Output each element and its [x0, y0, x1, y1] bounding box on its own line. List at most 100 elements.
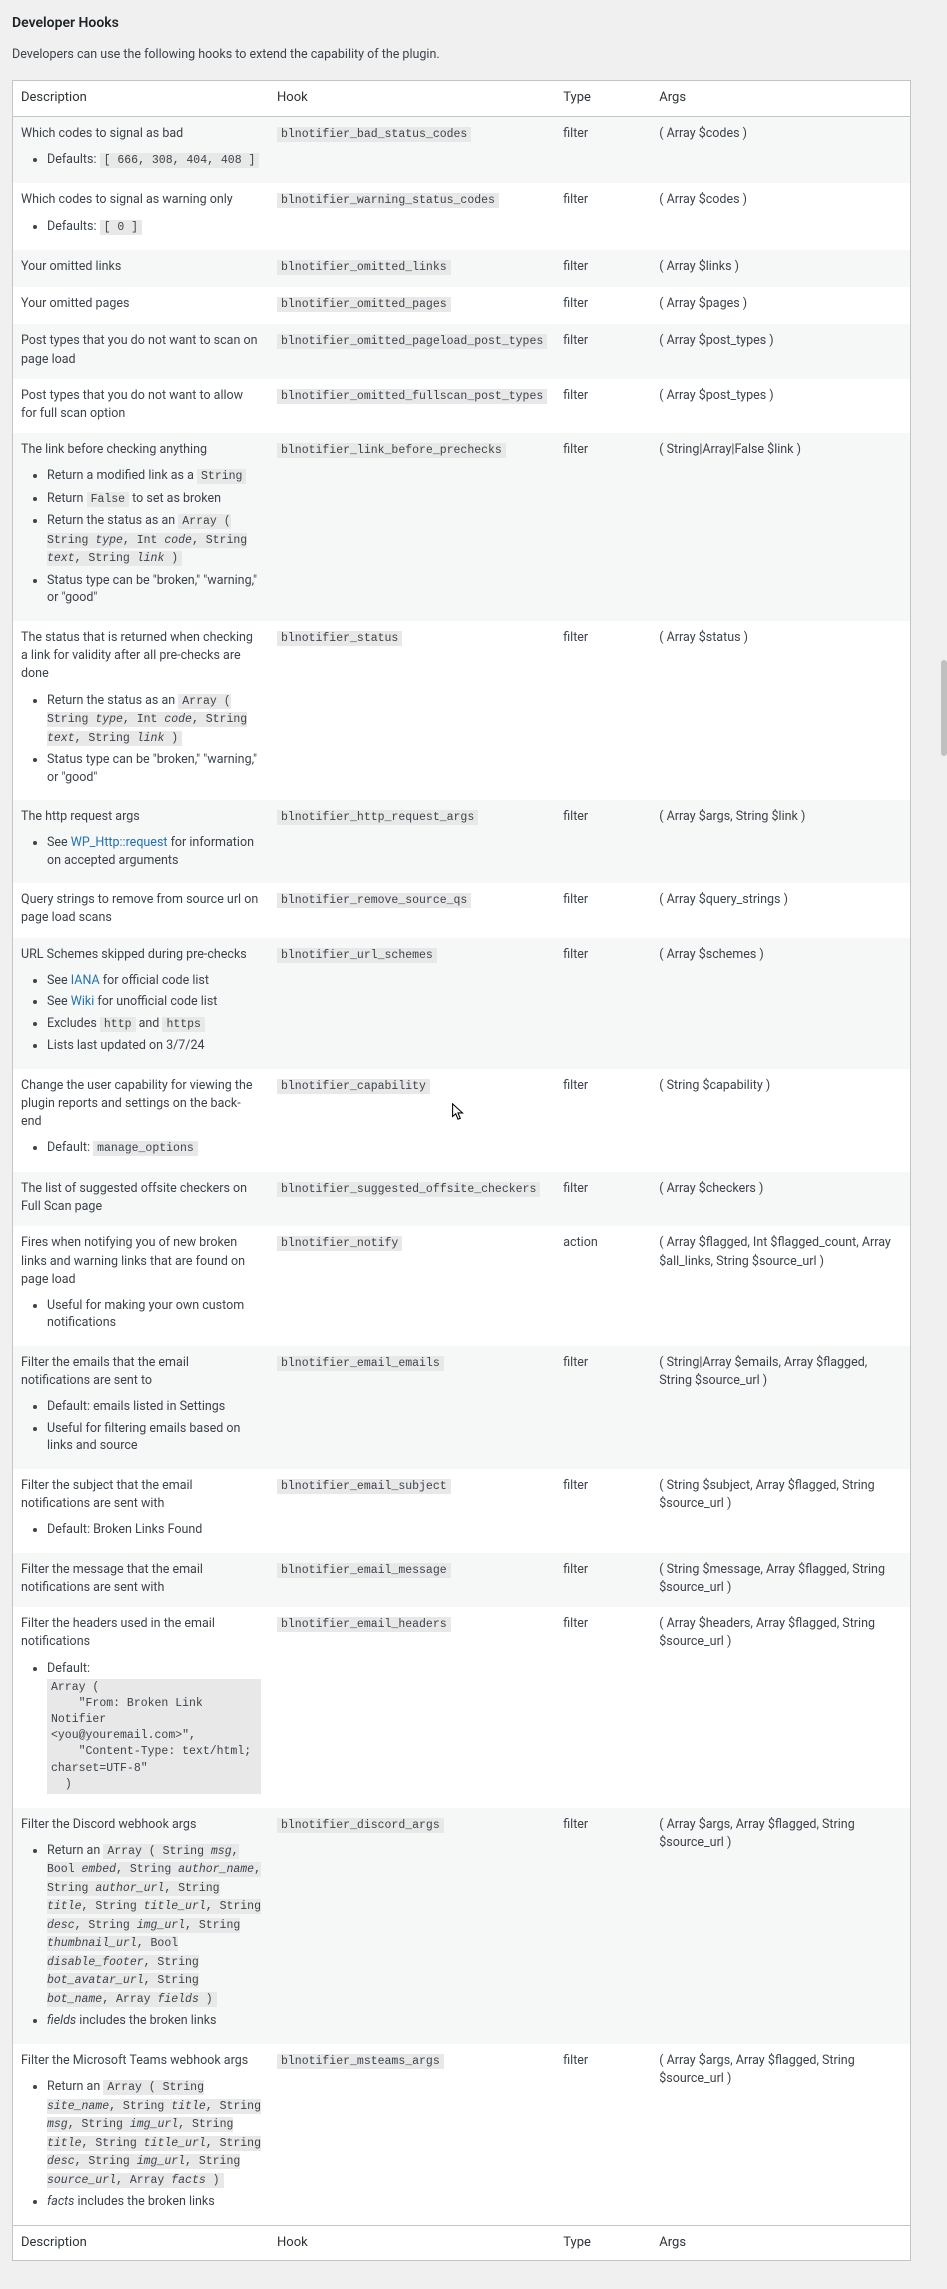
- table-row: Post types that you do not want to scan …: [13, 324, 911, 378]
- desc-text: Filter the Discord webhook args: [21, 1817, 196, 1832]
- wiki-link[interactable]: Wiki: [71, 994, 95, 1009]
- args-cell: ( String $capability ): [651, 1069, 910, 1172]
- li-text: See: [47, 835, 71, 850]
- table-row: The list of suggested offsite checkers o…: [13, 1172, 911, 1226]
- list-item: See IANA for official code list: [47, 972, 261, 990]
- li-text: and: [136, 1016, 163, 1031]
- list-item: Default: Broken Links Found: [47, 1521, 261, 1539]
- desc-text: Change the user capability for viewing t…: [21, 1078, 252, 1129]
- desc-text: Filter the message that the email notifi…: [13, 1553, 270, 1607]
- list-item: Default: emails listed in Settings: [47, 1398, 261, 1416]
- table-row: Which codes to signal as bad Defaults: […: [13, 116, 911, 183]
- list-item: Useful for making your own custom notifi…: [47, 1297, 261, 1332]
- code-inline: Array ( String site_name, String title, …: [47, 2080, 261, 2188]
- li-text: Defaults:: [47, 219, 100, 234]
- li-text: See: [47, 994, 71, 1009]
- table-row: The link before checking anything Return…: [13, 433, 911, 621]
- args-cell: ( Array $status ): [651, 621, 910, 800]
- type-cell: filter: [555, 324, 651, 378]
- table-row: Change the user capability for viewing t…: [13, 1069, 911, 1172]
- type-cell: filter: [555, 379, 651, 433]
- desc-text: Query strings to remove from source url …: [13, 883, 270, 937]
- list-item: Return False to set as broken: [47, 490, 261, 509]
- hook-name: blnotifier_email_headers: [277, 1617, 451, 1632]
- type-cell: filter: [555, 250, 651, 287]
- hook-name: blnotifier_notify: [277, 1236, 402, 1251]
- list-item: Useful for filtering emails based on lin…: [47, 1420, 261, 1455]
- list-item: facts includes the broken links: [47, 2193, 261, 2211]
- type-cell: filter: [555, 116, 651, 183]
- tf-args: Args: [651, 2225, 910, 2260]
- hook-name: blnotifier_suggested_offsite_checkers: [277, 1182, 540, 1197]
- desc-text: Fires when notifying you of new broken l…: [21, 1235, 245, 1286]
- table-row: Which codes to signal as warning only De…: [13, 183, 911, 250]
- hook-name: blnotifier_omitted_pageload_post_types: [277, 334, 547, 349]
- wp-http-request-link[interactable]: WP_Http::request: [71, 835, 168, 850]
- args-cell: ( Array $checkers ): [651, 1172, 910, 1226]
- hook-name: blnotifier_bad_status_codes: [277, 127, 471, 142]
- li-text: Return: [47, 491, 87, 506]
- args-cell: ( Array $schemes ): [651, 938, 910, 1069]
- list-item: See WP_Http::request for information on …: [47, 834, 261, 869]
- list-item: fields includes the broken links: [47, 2012, 261, 2030]
- args-cell: ( Array $args, Array $flagged, String $s…: [651, 1808, 910, 2044]
- code-inline: [ 0 ]: [100, 220, 143, 235]
- li-text: Return an: [47, 2079, 103, 2094]
- code-block: Array ( "From: Broken Link Notifier <you…: [47, 1679, 261, 1794]
- args-cell: ( Array $post_types ): [651, 379, 910, 433]
- list-item: Defaults: [ 0 ]: [47, 218, 261, 237]
- table-row: Post types that you do not want to allow…: [13, 379, 911, 433]
- table-row: Filter the subject that the email notifi…: [13, 1469, 911, 1553]
- list-item: Lists last updated on 3/7/24: [47, 1037, 261, 1055]
- li-text: Return the status as an: [47, 513, 178, 528]
- li-text: includes the broken links: [76, 2013, 216, 2028]
- list-item: Default: Array ( "From: Broken Link Noti…: [47, 1660, 261, 1794]
- list-item: Defaults: [ 666, 308, 404, 408 ]: [47, 151, 261, 170]
- args-cell: ( Array $headers, Array $flagged, String…: [651, 1607, 910, 1808]
- type-cell: filter: [555, 183, 651, 250]
- args-cell: ( String|Array $emails, Array $flagged, …: [651, 1346, 910, 1469]
- iana-link[interactable]: IANA: [71, 973, 100, 988]
- list-item: Return the status as an Array ( String t…: [47, 512, 261, 568]
- th-hook: Hook: [269, 81, 555, 116]
- th-description: Description: [13, 81, 270, 116]
- code-inline: [ 666, 308, 404, 408 ]: [100, 153, 260, 168]
- type-cell: filter: [555, 800, 651, 883]
- type-cell: filter: [555, 1069, 651, 1172]
- args-cell: ( Array $args, String $link ): [651, 800, 910, 883]
- li-text: Defaults:: [47, 152, 100, 167]
- li-em: fields: [47, 2013, 76, 2028]
- table-row: Filter the headers used in the email not…: [13, 1607, 911, 1808]
- li-text: Return the status as an: [47, 693, 178, 708]
- desc-text: Filter the headers used in the email not…: [21, 1616, 215, 1649]
- page-wrap: Developer Hooks Developers can use the f…: [0, 0, 923, 2281]
- li-em: facts: [47, 2194, 74, 2209]
- type-cell: filter: [555, 883, 651, 937]
- desc-text: Your omitted links: [13, 250, 270, 287]
- hook-name: blnotifier_msteams_args: [277, 2054, 444, 2069]
- args-cell: ( Array $flagged, Int $flagged_count, Ar…: [651, 1226, 910, 1346]
- args-cell: ( Array $links ): [651, 250, 910, 287]
- desc-text: Your omitted pages: [13, 287, 270, 324]
- desc-text: Filter the emails that the email notific…: [21, 1355, 189, 1388]
- list-item: See Wiki for unofficial code list: [47, 993, 261, 1011]
- list-item: Status type can be "broken," "warning," …: [47, 572, 261, 607]
- li-text: Return a modified link as a: [47, 468, 197, 483]
- li-text: Default:: [47, 1140, 93, 1155]
- scrollbar-track[interactable]: [941, 0, 947, 1676]
- args-cell: ( Array $codes ): [651, 116, 910, 183]
- scrollbar-thumb[interactable]: [941, 660, 947, 756]
- hook-name: blnotifier_discord_args: [277, 1818, 444, 1833]
- list-item: Return an Array ( String msg, Bool embed…: [47, 1842, 261, 2009]
- desc-text: Post types that you do not want to scan …: [13, 324, 270, 378]
- li-text: to set as broken: [129, 491, 221, 506]
- page-title: Developer Hooks: [12, 14, 911, 32]
- type-cell: filter: [555, 621, 651, 800]
- list-item: Return an Array ( String site_name, Stri…: [47, 2078, 261, 2189]
- desc-text: Post types that you do not want to allow…: [13, 379, 270, 433]
- table-row: Fires when notifying you of new broken l…: [13, 1226, 911, 1346]
- code-inline: Array ( String msg, Bool embed, String a…: [47, 1844, 261, 2007]
- args-cell: ( Array $post_types ): [651, 324, 910, 378]
- hook-name: blnotifier_email_emails: [277, 1356, 444, 1371]
- intro-text: Developers can use the following hooks t…: [12, 46, 911, 64]
